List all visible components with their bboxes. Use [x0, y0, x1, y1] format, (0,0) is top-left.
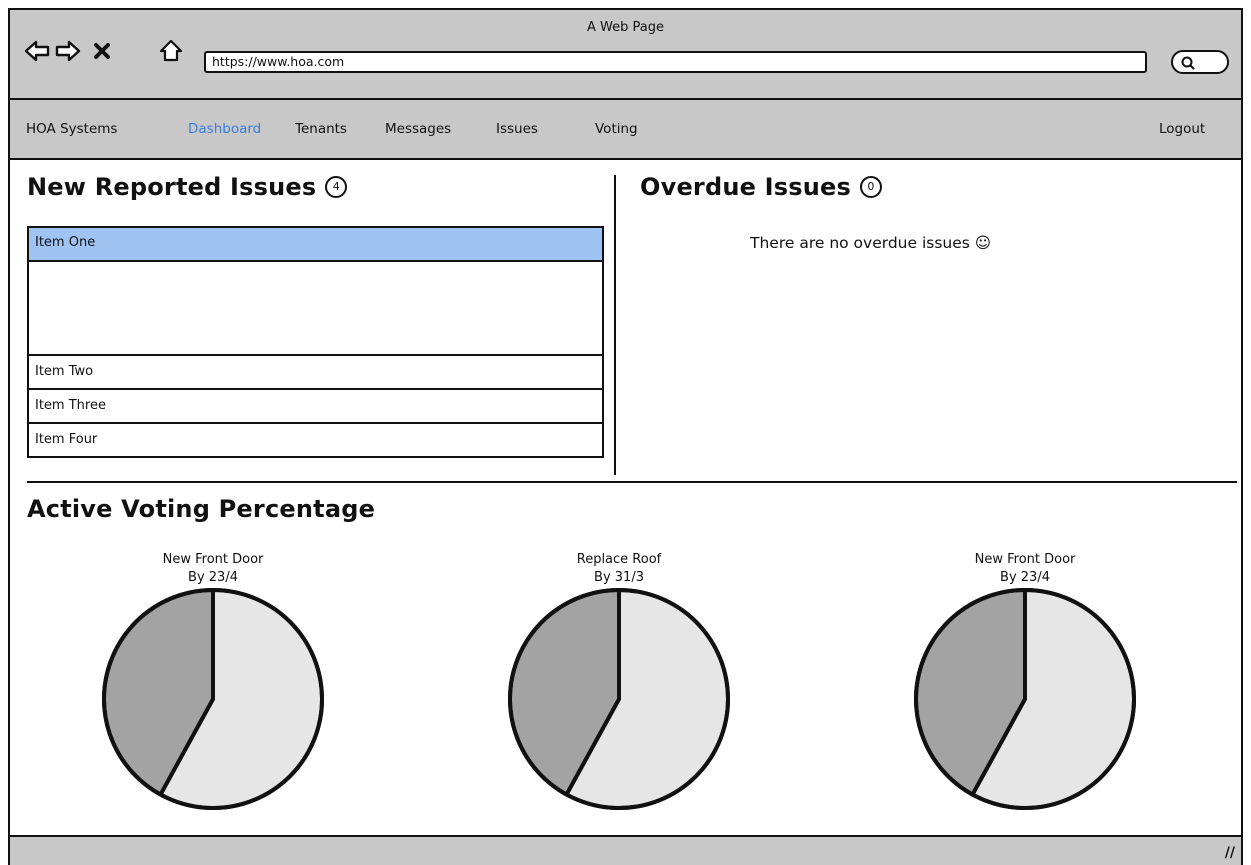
- home-icon[interactable]: [158, 38, 184, 64]
- nav-dashboard[interactable]: Dashboard: [188, 121, 261, 137]
- brand-name[interactable]: HOA Systems: [26, 121, 117, 137]
- poll-deadline: By 23/4: [1000, 570, 1050, 585]
- poll-1: New Front Door By 23/4: [93, 551, 333, 810]
- status-bar: //: [10, 835, 1241, 865]
- poll-3: New Front Door By 23/4: [905, 551, 1145, 810]
- new-issues-heading: New Reported Issues 4: [27, 173, 348, 201]
- pie-chart[interactable]: [905, 587, 1145, 827]
- poll-deadline: By 31/3: [594, 570, 644, 585]
- new-issues-count-badge: 4: [325, 176, 348, 198]
- new-issues-title: New Reported Issues: [27, 173, 317, 201]
- voting-title: Active Voting Percentage: [27, 495, 376, 523]
- pie-chart[interactable]: [93, 587, 333, 827]
- no-overdue-message: There are no overdue issues ☺: [750, 234, 991, 252]
- list-item[interactable]: Item Four: [29, 422, 602, 456]
- window-title: A Web Page: [587, 20, 664, 35]
- column-divider: [614, 175, 616, 475]
- poll-2: Replace Roof By 31/3: [499, 551, 739, 810]
- nav-messages[interactable]: Messages: [385, 121, 451, 137]
- poll-name: Replace Roof: [576, 552, 662, 567]
- nav-issues[interactable]: Issues: [496, 121, 538, 137]
- new-issues-list: Item One Item Two Item Three Item Four: [27, 226, 604, 458]
- nav-tenants[interactable]: Tenants: [295, 121, 347, 137]
- url-input[interactable]: https://www.hoa.com: [204, 51, 1147, 73]
- pie-chart[interactable]: [499, 587, 739, 827]
- list-item[interactable]: Item Two: [29, 354, 602, 388]
- overdue-count-badge: 0: [860, 176, 883, 198]
- poll-deadline: By 23/4: [188, 570, 238, 585]
- top-navbar: HOA Systems Dashboard Tenants Messages I…: [10, 100, 1241, 160]
- close-icon[interactable]: [90, 38, 116, 64]
- search-button[interactable]: [1171, 50, 1229, 74]
- list-item[interactable]: Item Three: [29, 388, 602, 422]
- forward-arrow-icon[interactable]: [55, 38, 81, 64]
- resize-grip-icon[interactable]: //: [1225, 845, 1235, 861]
- nav-voting[interactable]: Voting: [595, 121, 638, 137]
- section-divider: [27, 481, 1237, 483]
- back-arrow-icon[interactable]: [24, 38, 50, 64]
- poll-name: New Front Door: [162, 552, 264, 567]
- browser-window: A Web Page https://www.hoa.com HOA Syste…: [8, 8, 1243, 865]
- overdue-title: Overdue Issues: [640, 173, 852, 201]
- search-icon: [1181, 56, 1195, 70]
- list-item[interactable]: Item One: [29, 228, 602, 262]
- overdue-heading: Overdue Issues 0: [640, 173, 883, 201]
- browser-titlebar: A Web Page https://www.hoa.com: [10, 10, 1241, 100]
- logout-link[interactable]: Logout: [1159, 121, 1205, 137]
- poll-name: New Front Door: [974, 552, 1076, 567]
